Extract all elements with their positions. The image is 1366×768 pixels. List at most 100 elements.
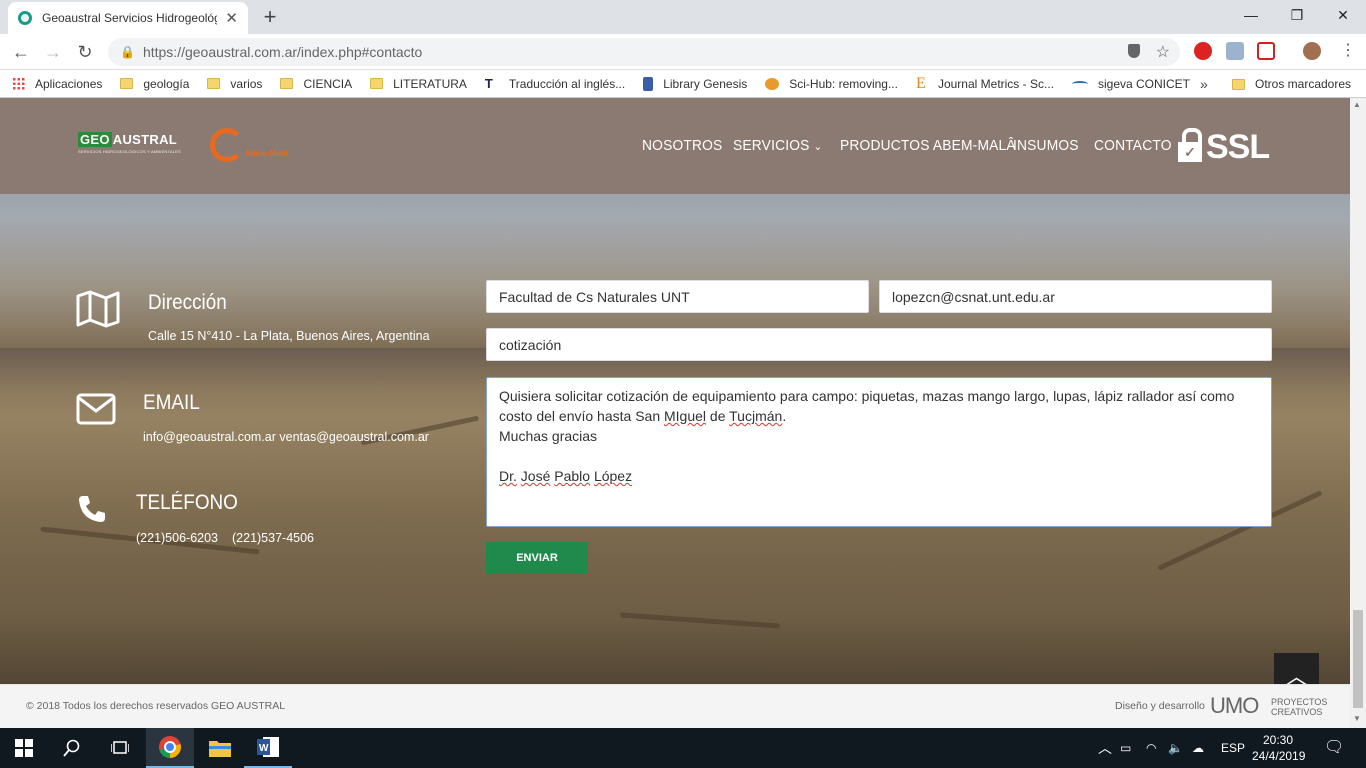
background-crack: [620, 612, 780, 629]
design-credit: Diseño y desarrollo: [1115, 700, 1205, 712]
abem-mala-logo[interactable]: Abem-Malâ: [210, 128, 288, 162]
language-indicator[interactable]: ESP: [1221, 728, 1245, 768]
new-tab-button[interactable]: +: [258, 4, 282, 30]
browser-tab[interactable]: Geoaustral Servicios Hidrogeológicos ✕: [8, 2, 248, 34]
adblock-extension-icon[interactable]: [1194, 42, 1212, 60]
bookmark-traduccion[interactable]: T Traducción al inglés...: [484, 76, 625, 91]
tray-chevron-up-icon[interactable]: ︿: [1098, 728, 1112, 768]
phone-icon: [79, 496, 105, 522]
chevron-down-icon: ⌄: [813, 141, 823, 153]
file-explorer-taskbar-button[interactable]: [196, 728, 244, 768]
svg-text:W: W: [259, 743, 269, 754]
ssl-badge: SSL: [1178, 128, 1270, 164]
scroll-down-arrow-icon[interactable]: ▼: [1353, 714, 1361, 723]
nav-insumos[interactable]: INSUMOS: [1013, 134, 1079, 158]
close-tab-icon[interactable]: ✕: [225, 9, 238, 27]
phone-1[interactable]: (221)506-6203: [136, 531, 218, 545]
bookmark-geologia[interactable]: geología: [120, 77, 189, 91]
bookmark-library-genesis[interactable]: Library Genesis: [643, 76, 747, 91]
tab-title: Geoaustral Servicios Hidrogeológicos: [42, 11, 217, 25]
umo-tagline: PROYECTOS CREATIVOS: [1271, 697, 1328, 717]
search-button[interactable]: [48, 728, 96, 768]
windows-taskbar: W ︿ ▭ ◠ 🔈 ☁ ESP 20:30 24/4/2019 🗨: [0, 728, 1366, 768]
bookmark-sci-hub[interactable]: Sci-Hub: removing...: [765, 77, 898, 91]
maximize-button[interactable]: ❐: [1274, 0, 1320, 30]
nav-nosotros[interactable]: NOSOTROS: [642, 134, 722, 158]
wifi-icon[interactable]: ◠: [1146, 728, 1156, 768]
address-title: Dirección: [148, 291, 227, 314]
elsevier-icon: E: [915, 74, 926, 92]
other-bookmarks[interactable]: Otros marcadores: [1232, 70, 1366, 98]
address-bar[interactable]: 🔒 https://geoaustral.com.ar/index.php#co…: [108, 38, 1180, 66]
sigeva-icon: [1071, 80, 1088, 87]
phone-2[interactable]: (221)537-4506: [232, 531, 314, 545]
geoaustral-logo[interactable]: GEO AUSTRAL SERVICIOS HIDROGEOLÓGICOS Y A…: [78, 132, 181, 154]
bookmark-journal-metrics[interactable]: E Journal Metrics - Sc...: [915, 74, 1054, 92]
nav-contacto[interactable]: CONTACTO: [1094, 134, 1172, 158]
back-button[interactable]: ←: [8, 40, 34, 64]
bookmark-varios[interactable]: varios: [207, 77, 262, 91]
map-icon: [76, 290, 120, 328]
minimize-button[interactable]: —: [1228, 0, 1274, 30]
browser-toolbar: ← → ↻ 🔒 https://geoaustral.com.ar/index.…: [0, 34, 1366, 70]
word-taskbar-button[interactable]: W: [244, 728, 292, 768]
umo-logo[interactable]: UMO: [1210, 693, 1259, 719]
notifications-icon[interactable]: 🗨: [1324, 728, 1344, 768]
bookmarks-bar: Aplicaciones geología varios CIENCIA LIT…: [0, 70, 1366, 98]
scihub-icon: [765, 77, 780, 90]
folder-icon: [207, 78, 221, 89]
chrome-icon: [159, 736, 181, 758]
email-title: EMAIL: [143, 391, 200, 414]
message-textarea[interactable]: Quisiera solicitar cotización de equipam…: [486, 377, 1272, 527]
scrollbar-thumb[interactable]: [1353, 610, 1363, 708]
web-page: GEO AUSTRAL SERVICIOS HIDROGEOLÓGICOS Y A…: [0, 98, 1350, 728]
system-clock[interactable]: 20:30 24/4/2019: [1252, 732, 1305, 764]
chrome-taskbar-button[interactable]: [146, 728, 194, 768]
more-bookmarks-button[interactable]: »: [1200, 70, 1208, 98]
scroll-up-arrow-icon[interactable]: ▲: [1353, 100, 1361, 109]
profile-avatar[interactable]: [1303, 42, 1321, 60]
bookmark-apps[interactable]: Aplicaciones: [12, 77, 102, 91]
folder-icon: [209, 741, 231, 757]
forward-button[interactable]: →: [40, 40, 66, 64]
start-button[interactable]: [0, 728, 48, 768]
download-extension-icon[interactable]: [1226, 42, 1244, 60]
site-favicon-icon: [18, 11, 32, 25]
site-footer: © 2018 Todos los derechos reservados GEO…: [0, 684, 1350, 728]
page-scrollbar[interactable]: ▲ ▼: [1350, 98, 1366, 728]
windows-logo-icon: [15, 739, 33, 757]
bookmark-star-icon[interactable]: ☆: [1156, 42, 1170, 62]
lock-icon: 🔒: [120, 45, 135, 59]
site-settings-icon[interactable]: [1128, 44, 1140, 58]
copyright-text: © 2018 Todos los derechos reservados GEO…: [26, 700, 286, 712]
subject-field[interactable]: [486, 328, 1272, 361]
bookmark-ciencia[interactable]: CIENCIA: [280, 77, 352, 91]
bookmark-literatura[interactable]: LITERATURA: [370, 77, 467, 91]
bookmark-sigeva[interactable]: sigeva CONICET: [1071, 77, 1190, 91]
battery-icon[interactable]: ▭: [1120, 728, 1131, 768]
folder-icon: [120, 78, 134, 89]
email-addresses[interactable]: info@geoaustral.com.ar ventas@geoaustral…: [143, 430, 429, 444]
volume-icon[interactable]: 🔈: [1168, 728, 1183, 768]
reload-button[interactable]: ↻: [72, 40, 98, 64]
name-field[interactable]: [486, 280, 869, 313]
search-icon: [63, 739, 80, 757]
nav-servicios[interactable]: SERVICIOS ⌄: [733, 134, 822, 158]
envelope-icon: [76, 393, 116, 425]
folder-icon: [280, 78, 294, 89]
close-window-button[interactable]: ✕: [1320, 0, 1366, 30]
url-text: https://geoaustral.com.ar/index.php#cont…: [142, 44, 423, 60]
onedrive-icon[interactable]: ☁: [1192, 728, 1204, 768]
send-button[interactable]: ENVIAR: [486, 542, 588, 574]
pocket-extension-icon[interactable]: [1257, 42, 1275, 60]
task-view-button[interactable]: [96, 728, 144, 768]
email-field[interactable]: [879, 280, 1272, 313]
task-view-icon: [111, 741, 129, 754]
apps-grid-icon: [12, 77, 25, 90]
word-icon: W: [257, 737, 279, 757]
library-icon: [643, 76, 654, 91]
folder-icon: [1232, 78, 1245, 90]
phone-title: TELÉFONO: [136, 491, 238, 514]
menu-icon[interactable]: ⋮: [1340, 40, 1356, 60]
nav-productos[interactable]: PRODUCTOS ABEM-MALÂ: [840, 134, 1016, 158]
